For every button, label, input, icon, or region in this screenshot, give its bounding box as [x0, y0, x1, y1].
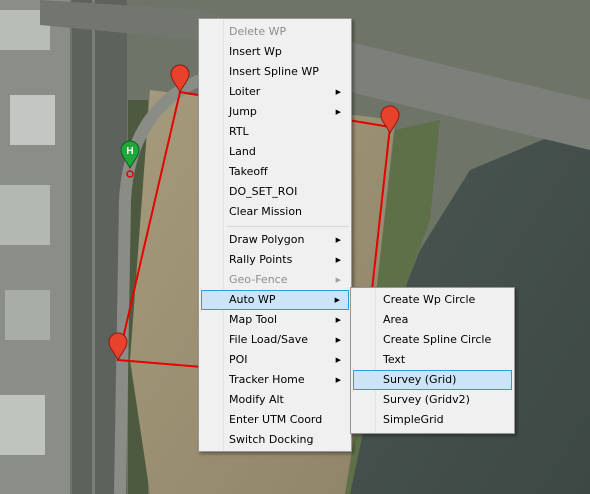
- menu-item-clear-mission[interactable]: Clear Mission: [201, 202, 349, 222]
- submenu-arrow-icon: ▶: [335, 316, 341, 324]
- submenu-item-label: Survey (Gridv2): [383, 393, 470, 406]
- menu-item-insert-wp[interactable]: Insert Wp: [201, 42, 349, 62]
- submenu-item-label: Create Wp Circle: [383, 293, 476, 306]
- submenu-arrow-icon: ▶: [335, 88, 341, 96]
- menu-item-label: Tracker Home: [229, 373, 305, 386]
- menu-item-modify-alt[interactable]: Modify Alt: [201, 390, 349, 410]
- menu-item-label: Insert Spline WP: [229, 65, 319, 78]
- submenu-item-area[interactable]: Area: [353, 310, 512, 330]
- menu-item-enter-utm-coord[interactable]: Enter UTM Coord: [201, 410, 349, 430]
- menu-item-loiter[interactable]: Loiter ▶: [201, 82, 349, 102]
- menu-item-label: File Load/Save: [229, 333, 308, 346]
- menu-item-rtl[interactable]: RTL: [201, 122, 349, 142]
- menu-item-jump[interactable]: Jump ▶: [201, 102, 349, 122]
- menu-item-label: Draw Polygon: [229, 233, 305, 246]
- menu-item-rally-points[interactable]: Rally Points ▶: [201, 250, 349, 270]
- submenu-arrow-icon: ▶: [335, 376, 341, 384]
- submenu-item-label: Text: [383, 353, 406, 366]
- menu-item-label: Auto WP: [229, 293, 276, 306]
- submenu-item-label: Area: [383, 313, 409, 326]
- menu-item-label: Enter UTM Coord: [229, 413, 323, 426]
- submenu-arrow-icon: ▶: [334, 296, 340, 304]
- menu-item-do-set-roi[interactable]: DO_SET_ROI: [201, 182, 349, 202]
- submenu-item-text[interactable]: Text: [353, 350, 512, 370]
- menu-item-label: Map Tool: [229, 313, 278, 326]
- menu-item-auto-wp[interactable]: Auto WP ▶: [201, 290, 349, 310]
- context-menu: Delete WP Insert Wp Insert Spline WP Loiter…: [198, 18, 352, 452]
- menu-item-label: POI: [229, 353, 248, 366]
- submenu-item-survey-gridv2[interactable]: Survey (Gridv2): [353, 390, 512, 410]
- menu-item-label: Jump: [229, 105, 257, 118]
- menu-item-label: Clear Mission: [229, 205, 303, 218]
- submenu-item-create-wp-circle[interactable]: Create Wp Circle: [353, 290, 512, 310]
- submenu-arrow-icon: ▶: [335, 108, 341, 116]
- menu-item-takeoff[interactable]: Takeoff: [201, 162, 349, 182]
- menu-item-draw-polygon[interactable]: Draw Polygon ▶: [201, 230, 349, 250]
- menu-item-file-load-save[interactable]: File Load/Save ▶: [201, 330, 349, 350]
- submenu-item-label: Create Spline Circle: [383, 333, 492, 346]
- menu-item-insert-spline-wp[interactable]: Insert Spline WP: [201, 62, 349, 82]
- menu-item-label: Modify Alt: [229, 393, 284, 406]
- menu-item-tracker-home[interactable]: Tracker Home ▶: [201, 370, 349, 390]
- building: [0, 395, 45, 455]
- submenu-arrow-icon: ▶: [335, 336, 341, 344]
- submenu-arrow-icon: ▶: [335, 256, 341, 264]
- building: [10, 95, 55, 145]
- menu-item-label: Land: [229, 145, 256, 158]
- menu-item-land[interactable]: Land: [201, 142, 349, 162]
- menu-item-geo-fence[interactable]: Geo-Fence ▶: [201, 270, 349, 290]
- menu-item-label: Insert Wp: [229, 45, 282, 58]
- menu-item-label: DO_SET_ROI: [229, 185, 298, 198]
- submenu-item-label: SimpleGrid: [383, 413, 444, 426]
- menu-item-map-tool[interactable]: Map Tool ▶: [201, 310, 349, 330]
- submenu-item-label: Survey (Grid): [383, 373, 457, 386]
- menu-item-delete-wp[interactable]: Delete WP: [201, 22, 349, 42]
- submenu-arrow-icon: ▶: [335, 276, 341, 284]
- building: [5, 290, 50, 340]
- menu-item-label: Geo-Fence: [229, 273, 288, 286]
- auto-wp-submenu: Create Wp Circle Area Create Spline Circle…: [350, 287, 515, 434]
- menu-separator: [227, 226, 349, 227]
- menu-item-label: Switch Docking: [229, 433, 314, 446]
- map-highway-lane: [92, 0, 95, 494]
- menu-item-switch-docking[interactable]: Switch Docking: [201, 430, 349, 450]
- building: [0, 185, 50, 245]
- menu-item-label: RTL: [229, 125, 249, 138]
- menu-item-label: Delete WP: [229, 25, 287, 38]
- submenu-arrow-icon: ▶: [335, 356, 341, 364]
- submenu-item-simplegrid[interactable]: SimpleGrid: [353, 410, 512, 430]
- home-marker-label: H: [126, 146, 133, 157]
- menu-item-label: Takeoff: [229, 165, 268, 178]
- menu-item-label: Loiter: [229, 85, 261, 98]
- submenu-arrow-icon: ▶: [335, 236, 341, 244]
- submenu-item-create-spline-circle[interactable]: Create Spline Circle: [353, 330, 512, 350]
- menu-item-label: Rally Points: [229, 253, 293, 266]
- submenu-item-survey-grid[interactable]: Survey (Grid): [353, 370, 512, 390]
- menu-item-poi[interactable]: POI ▶: [201, 350, 349, 370]
